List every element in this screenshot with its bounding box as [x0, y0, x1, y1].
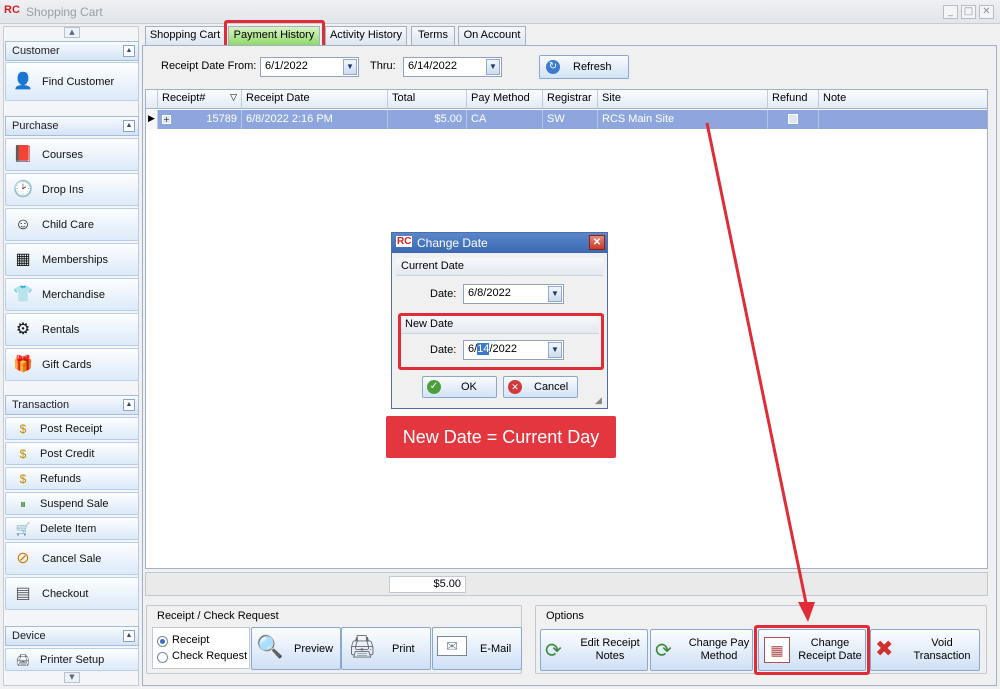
arrow-head: [798, 602, 815, 622]
dialog-title-bar: RC Change Date ✕: [392, 233, 607, 253]
cancel-x-icon: ✕: [508, 380, 522, 394]
current-date-picker[interactable]: 6/8/2022 ▼: [463, 284, 564, 304]
app-logo-icon: RC: [396, 236, 413, 247]
ok-label: OK: [461, 381, 477, 393]
close-icon[interactable]: ✕: [589, 235, 605, 250]
ok-button[interactable]: ✓ OK: [422, 376, 497, 398]
highlight-new-date-box: [398, 313, 604, 370]
current-date-label: Date:: [430, 288, 457, 300]
cancel-button[interactable]: ✕ Cancel: [503, 376, 578, 398]
current-date-value: 6/8/2022: [468, 287, 511, 299]
resize-grip-icon[interactable]: ◢: [595, 396, 602, 406]
cancel-label: Cancel: [534, 381, 569, 393]
dialog-title: Change Date: [417, 236, 488, 250]
chevron-down-icon[interactable]: ▼: [548, 286, 562, 302]
check-icon: ✓: [427, 380, 441, 394]
current-date-section-header: Current Date: [396, 258, 603, 276]
section-label: Current Date: [401, 260, 464, 272]
annotation-banner: New Date = Current Day: [386, 416, 616, 458]
